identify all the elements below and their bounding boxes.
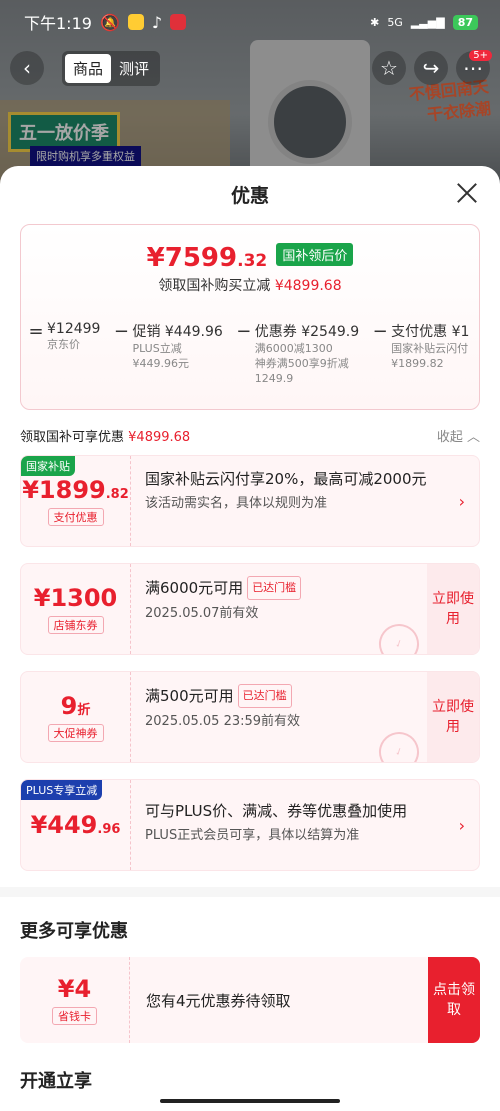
tab-group: 商品 测评: [62, 50, 161, 86]
tab-product[interactable]: 商品: [65, 53, 112, 83]
breakdown-item: 支付优惠 ¥1 国家补贴云闪付 ¥1899.82: [391, 324, 470, 370]
subsidy-line: 领取国补购买立减 ¥4899.68: [158, 278, 342, 294]
status-bar: 下午1:19 🔕 ♪ ✱ 5G ▂▃▅▇ 87: [0, 0, 500, 44]
close-icon[interactable]: [454, 180, 480, 206]
minus-sign: −: [236, 321, 252, 342]
offer-validity: 2025.05.05 23:59前有效: [145, 714, 301, 729]
section-divider: [0, 887, 500, 897]
star-icon[interactable]: ☆: [372, 51, 406, 85]
breakdown-item: ¥12499 京东价: [47, 321, 101, 351]
equals-sign: =: [28, 321, 44, 342]
more-offers-title: 更多可享优惠: [20, 921, 128, 942]
offer-title: 满6000元可用 已达门槛: [145, 576, 413, 600]
final-price-tag: 国补领后价: [276, 243, 354, 266]
use-now-button[interactable]: 立即使用: [427, 564, 479, 654]
sheet-header: 优惠: [0, 166, 500, 222]
network-label: 5G: [387, 15, 403, 29]
offer-type-label: 店铺东券: [47, 616, 104, 634]
back-icon[interactable]: ‹: [10, 51, 44, 85]
battery-icon: 87: [452, 14, 478, 30]
offer-type-label: 大促神券: [47, 724, 104, 742]
offer-amount: ¥449.96: [30, 811, 121, 839]
offer-card-discount-coupon[interactable]: 9折 大促神券 满500元可用 已达门槛 2025.05.05 23:59前有效 …: [20, 671, 480, 763]
breakdown-item: 促销 ¥449.96 PLUS立减 ¥449.96元: [132, 324, 223, 370]
chevron-right-icon[interactable]: ›: [459, 492, 465, 511]
bluetooth-icon: ✱: [370, 15, 380, 29]
final-price: ¥7599.32: [146, 243, 268, 273]
savings-card-offer[interactable]: ¥4 省钱卡 您有4元优惠券待领取 点击领取: [20, 957, 480, 1043]
clock: 下午1:19: [24, 14, 92, 33]
offer-desc: PLUS正式会员可享，具体以结算为准: [145, 828, 360, 843]
signal-icon: ▂▃▅▇: [410, 15, 445, 29]
offer-title: 满500元可用 已达门槛: [145, 684, 413, 708]
product-nav-bar: ‹ 商品 测评 ☆ ↪ ⋯ 5+: [0, 48, 500, 88]
offer-text: 您有4元优惠券待领取: [146, 991, 291, 1010]
offer-validity: 2025.05.07前有效: [145, 606, 259, 621]
subsidy-tag: 国家补贴: [21, 456, 75, 476]
minus-sign: −: [113, 321, 129, 342]
open-membership-title: 开通立享: [20, 1071, 92, 1092]
offer-type-label: 支付优惠: [47, 508, 104, 526]
offer-type-label: 省钱卡: [52, 1007, 97, 1025]
offer-desc: 该活动需实名，具体以规则为准: [145, 496, 328, 511]
home-indicator[interactable]: [160, 1099, 340, 1103]
chevron-up-icon: ︿: [466, 430, 480, 445]
discount-sheet: 优惠 ¥7599.32 国补领后价 领取国补购买立减 ¥4899.68 = ¥1…: [0, 166, 500, 1111]
breakdown-item: 优惠券 ¥2549.9 满6000减1300 神券满500享9折减 1249.9: [254, 324, 360, 385]
notification-badge: 5+: [469, 50, 492, 61]
offer-card-store-coupon[interactable]: ¥1300 店铺东券 满6000元可用 已达门槛 2025.05.07前有效 ✓ …: [20, 563, 480, 655]
offer-amount: 9折: [60, 692, 91, 720]
price-breakdown[interactable]: = ¥12499 京东价 − 促销 ¥449.96 PLUS立减 ¥449.96…: [21, 321, 479, 386]
offers-header: 领取国补可享优惠 ¥4899.68 收起 ︿: [20, 426, 480, 445]
price-summary: ¥7599.32 国补领后价 领取国补购买立减 ¥4899.68 = ¥1249…: [20, 224, 480, 410]
plus-tag: PLUS专享立减: [21, 780, 103, 800]
offer-amount: ¥1899.82: [22, 476, 129, 504]
meituan-app-icon: [127, 14, 144, 30]
tiktok-icon: ♪: [151, 12, 163, 32]
tab-review[interactable]: 测评: [111, 54, 157, 83]
offer-card-plus[interactable]: PLUS专享立减 ¥449.96 可与PLUS价、满减、券等优惠叠加使用 PLU…: [20, 779, 480, 871]
use-now-button[interactable]: 立即使用: [427, 672, 479, 762]
threshold-reached-badge: 已达门槛: [247, 576, 302, 600]
collapse-button[interactable]: 收起 ︿: [437, 426, 480, 445]
offers-header-amount: ¥4899.68: [128, 430, 191, 445]
minus-sign: −: [372, 321, 388, 342]
offer-card-subsidy[interactable]: 国家补贴 ¥1899.82 支付优惠 国家补贴云闪付享20%，最高可减2000元…: [20, 455, 480, 547]
shopping-app-icon: [170, 14, 187, 30]
claim-button[interactable]: 点击领取: [428, 957, 480, 1043]
offer-amount: ¥1300: [33, 584, 118, 612]
sheet-title: 优惠: [230, 184, 269, 207]
threshold-reached-badge: 已达门槛: [237, 684, 292, 708]
mute-icon: 🔕: [99, 12, 120, 32]
offer-title: 可与PLUS价、满减、券等优惠叠加使用: [145, 802, 408, 820]
offers-header-label: 领取国补可享优惠: [20, 430, 125, 445]
chevron-right-icon[interactable]: ›: [459, 816, 465, 835]
offer-title: 国家补贴云闪付享20%，最高可减2000元: [145, 470, 427, 488]
offer-amount: ¥4: [57, 975, 92, 1003]
share-icon[interactable]: ↪: [414, 51, 448, 85]
